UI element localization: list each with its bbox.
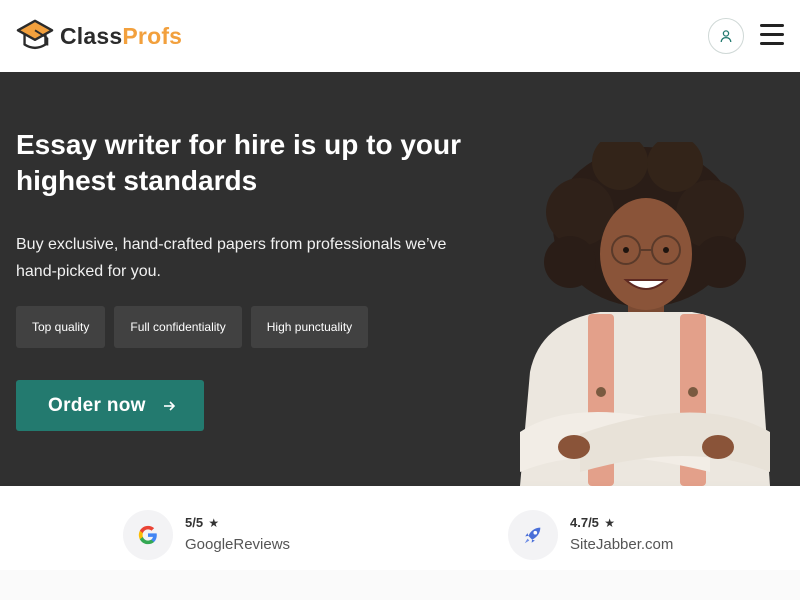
feature-chip-confidentiality: Full confidentiality [114, 306, 242, 348]
rating-source: GoogleReviews [185, 535, 291, 553]
graduation-cap-icon [16, 19, 54, 50]
logo-text-profs: Profs [122, 22, 183, 49]
site-header: ClassProfs [0, 0, 800, 72]
logo-text: ClassProfs [60, 23, 182, 50]
order-now-button[interactable]: Order now [16, 380, 204, 431]
user-icon [720, 30, 732, 43]
ratings-bar: 5/5 ★ GoogleReviews 4.7/5 ★ SiteJabber.c… [0, 486, 800, 570]
feature-chip-top-quality: Top quality [16, 306, 106, 348]
google-icon-wrapper [123, 510, 173, 560]
logo-text-class: Class [60, 22, 123, 49]
rating-score-value: 5/5 [185, 514, 204, 530]
hamburger-menu-icon[interactable] [760, 24, 784, 46]
feature-chips: Top quality Full confidentiality High pu… [16, 306, 377, 348]
arrow-right-icon [163, 400, 175, 411]
rating-google[interactable]: 5/5 ★ GoogleReviews [123, 510, 290, 560]
logo[interactable]: ClassProfs [16, 16, 182, 56]
rocket-icon [524, 527, 541, 544]
rating-score: 5/5 ★ [185, 515, 290, 531]
menu-line [760, 33, 784, 36]
rating-text: 5/5 ★ GoogleReviews [185, 515, 290, 556]
menu-line [760, 24, 784, 27]
feature-chip-punctuality: High punctuality [250, 306, 369, 348]
rating-source: SiteJabber.com [570, 535, 674, 553]
star-icon: ★ [205, 515, 220, 530]
rating-sitejabber[interactable]: 4.7/5 ★ SiteJabber.com [508, 510, 673, 560]
star-icon: ★ [600, 515, 616, 530]
rocket-icon-wrapper [508, 510, 558, 560]
student-photo [520, 142, 770, 486]
order-now-label: Order now [48, 394, 146, 416]
google-icon [138, 525, 157, 545]
hero-section: Essay writer for hire is up to your high… [0, 72, 800, 486]
hero-title: Essay writer for hire is up to your high… [16, 129, 462, 196]
rating-score-value: 4.7/5 [570, 514, 599, 530]
hero-subtitle: Buy exclusive, hand-crafted papers from … [16, 236, 447, 280]
page-bottom-strip [0, 570, 800, 600]
rating-text: 4.7/5 ★ SiteJabber.com [570, 515, 673, 556]
account-button[interactable] [708, 18, 744, 54]
menu-line [760, 42, 784, 45]
rating-score: 4.7/5 ★ [570, 515, 673, 531]
